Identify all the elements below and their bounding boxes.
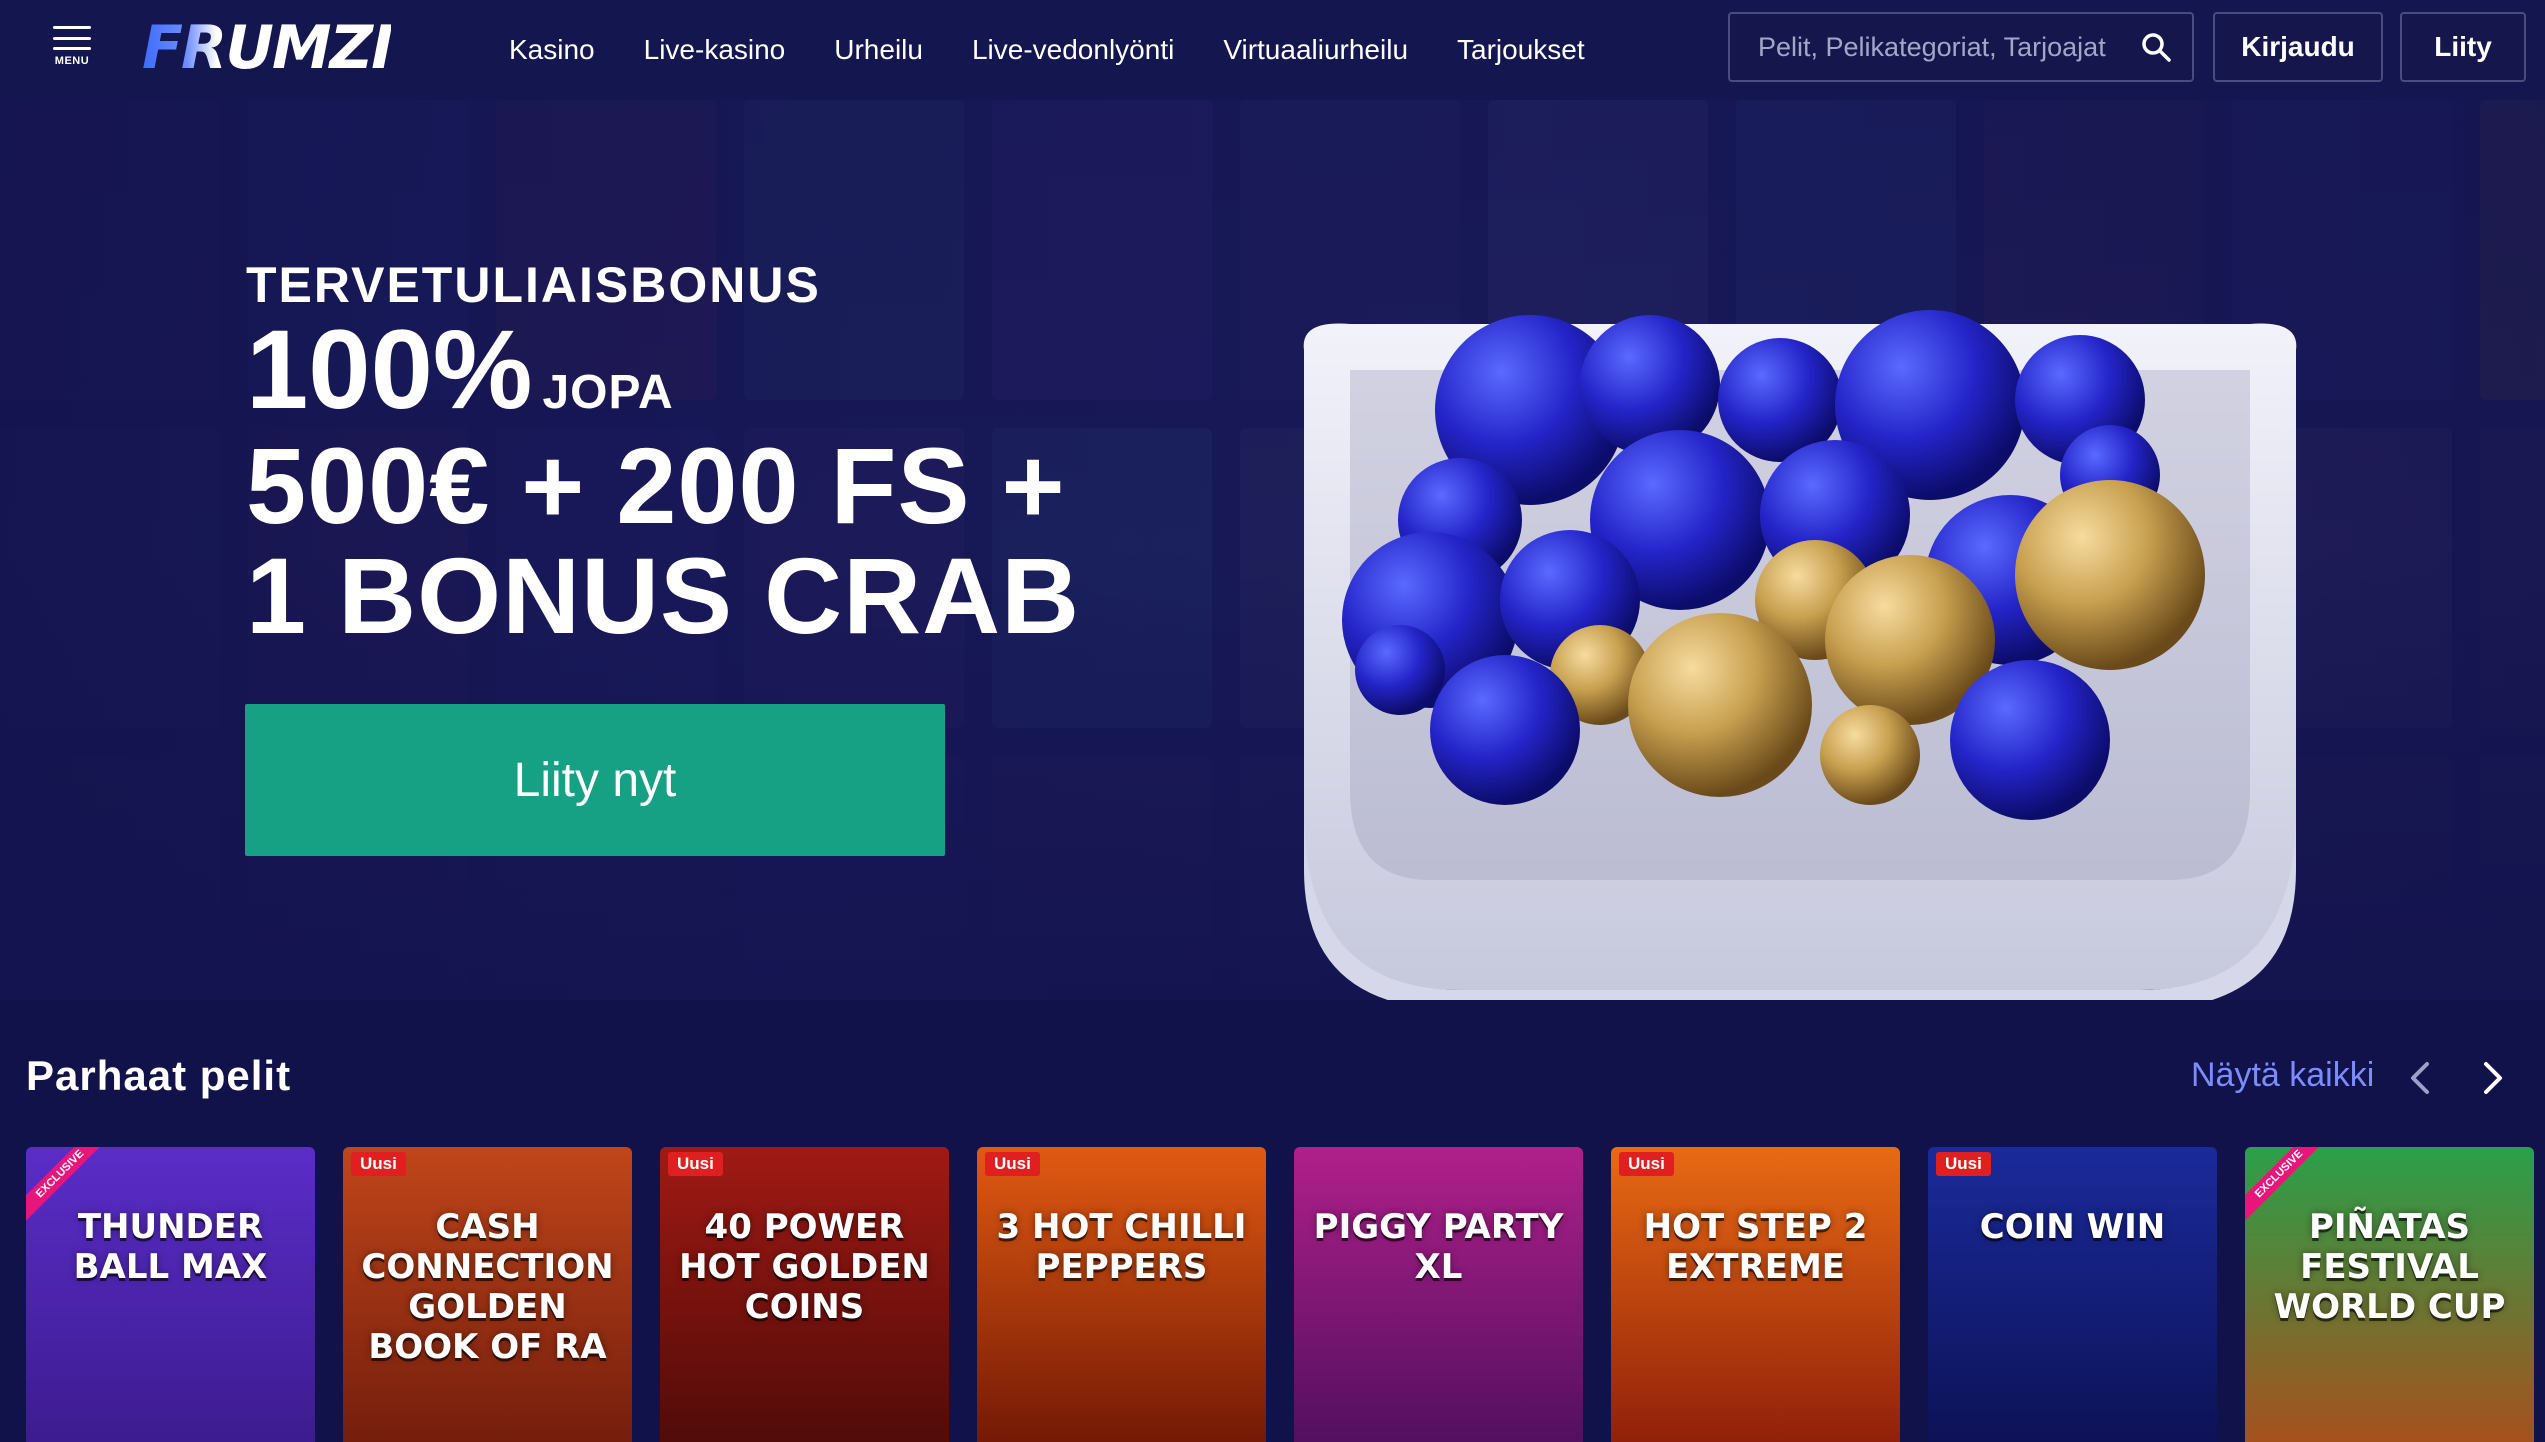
chevron-right-icon[interactable] [2474, 1058, 2510, 1098]
join-button[interactable]: Liity [2400, 12, 2526, 82]
game-card[interactable]: Uusi 3 Hot Chilli Peppers [977, 1147, 1266, 1442]
new-badge: Uusi [351, 1152, 406, 1176]
game-card[interactable]: Uusi 40 Power Hot Golden Coins [660, 1147, 949, 1442]
game-title: Cash Connection Golden Book of Ra [361, 1207, 614, 1367]
search-input[interactable] [1758, 31, 2140, 63]
games-row: EXCLUSIVE Thunder Ball Max Uusi Cash Connec… [26, 1147, 2545, 1442]
login-button[interactable]: Kirjaudu [2213, 12, 2383, 82]
hero-banner: TERVETULIAISBONUS 100% JOPA 500€ + 200 FS… [0, 100, 2545, 1000]
search-box [1728, 12, 2194, 82]
join-now-button[interactable]: Liity nyt [245, 704, 945, 856]
search-icon[interactable] [2140, 31, 2172, 63]
game-title: Hot Step 2 Extreme [1643, 1207, 1868, 1287]
game-title: Piggy Party XL [1313, 1207, 1564, 1287]
hero-headline-amount: 500€ + 200 FS + [246, 425, 1066, 546]
menu-button[interactable]: MENU [48, 26, 96, 74]
new-badge: Uusi [1936, 1152, 1991, 1176]
game-card[interactable]: EXCLUSIVE Thunder Ball Max [26, 1147, 315, 1442]
hero-percent: 100% [246, 307, 533, 432]
bowl-of-balls-illustration [1303, 310, 2297, 1000]
game-card[interactable]: Piggy Party XL [1294, 1147, 1583, 1442]
site-logo[interactable]: FRUMZI [142, 18, 393, 78]
game-card[interactable]: Uusi Hot Step 2 Extreme [1611, 1147, 1900, 1442]
game-title: Coin Win [1979, 1207, 2166, 1247]
game-thumbnail [1294, 1147, 1583, 1442]
top-header: MENU FRUMZI Kasino Live-kasino Urheilu L… [0, 0, 2545, 100]
game-card[interactable]: EXCLUSIVE Piñatas Festival World Cup [2245, 1147, 2534, 1442]
nav-virtuaaliurheilu[interactable]: Virtuaaliurheilu [1223, 34, 1408, 66]
hero-headline-bonus: 1 BONUS CRAB [246, 535, 1081, 656]
hero-eyebrow: TERVETULIAISBONUS [246, 257, 821, 313]
hero-jopa: JOPA [542, 366, 674, 419]
nav-live-vedonlyonti[interactable]: Live-vedonlyönti [972, 34, 1174, 66]
game-thumbnail [1611, 1147, 1900, 1442]
hamburger-icon [53, 26, 91, 50]
menu-label: MENU [54, 55, 90, 67]
new-badge: Uusi [1619, 1152, 1674, 1176]
chevron-left-icon[interactable] [2403, 1058, 2439, 1098]
nav-urheilu[interactable]: Urheilu [834, 34, 923, 66]
nav-live-kasino[interactable]: Live-kasino [644, 34, 786, 66]
game-thumbnail [1928, 1147, 2217, 1442]
section-title: Parhaat pelit [26, 1052, 292, 1099]
game-title: 40 Power Hot Golden Coins [679, 1207, 930, 1327]
game-title: 3 Hot Chilli Peppers [996, 1207, 1247, 1287]
game-thumbnail [26, 1147, 315, 1442]
game-thumbnail [977, 1147, 1266, 1442]
game-card[interactable]: Uusi Coin Win [1928, 1147, 2217, 1442]
game-title: Thunder Ball Max [73, 1207, 268, 1287]
game-card[interactable]: Uusi Cash Connection Golden Book of Ra [343, 1147, 632, 1442]
game-title: Piñatas Festival World Cup [2273, 1207, 2506, 1327]
nav-kasino[interactable]: Kasino [509, 34, 595, 66]
see-all-link[interactable]: Näytä kaikki [2191, 1056, 2374, 1095]
new-badge: Uusi [668, 1152, 723, 1176]
new-badge: Uusi [985, 1152, 1040, 1176]
nav-tarjoukset[interactable]: Tarjoukset [1457, 34, 1585, 66]
main-nav: Kasino Live-kasino Urheilu Live-vedonlyö… [509, 0, 1634, 100]
